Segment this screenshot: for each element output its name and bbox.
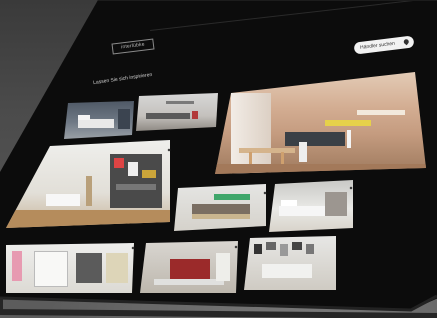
find-dealer-button[interactable]: Händler suchen — [353, 35, 415, 55]
map-pin-icon — [402, 38, 410, 46]
tile-gallery-wall[interactable] — [244, 236, 336, 290]
tile-featured-dining[interactable] — [215, 72, 426, 174]
tile-wardrobe[interactable] — [6, 243, 134, 293]
tile-sideboard[interactable] — [174, 184, 266, 231]
tile-living-shelf-small[interactable] — [136, 93, 218, 131]
tile-red-interior[interactable] — [140, 241, 238, 293]
tile-bedroom-small[interactable] — [64, 101, 134, 139]
tile-bedroom-wide[interactable] — [269, 180, 353, 232]
page-heading: Lassen Sie sich inspirieren — [92, 71, 153, 87]
find-dealer-label: Händler suchen — [359, 40, 396, 51]
app-screen: interlübke Händler suchen Lassen Sie sic… — [0, 0, 437, 318]
tile-large-wall-unit[interactable] — [6, 140, 170, 228]
brand-logo[interactable]: interlübke — [111, 38, 155, 55]
header-divider — [150, 0, 437, 31]
